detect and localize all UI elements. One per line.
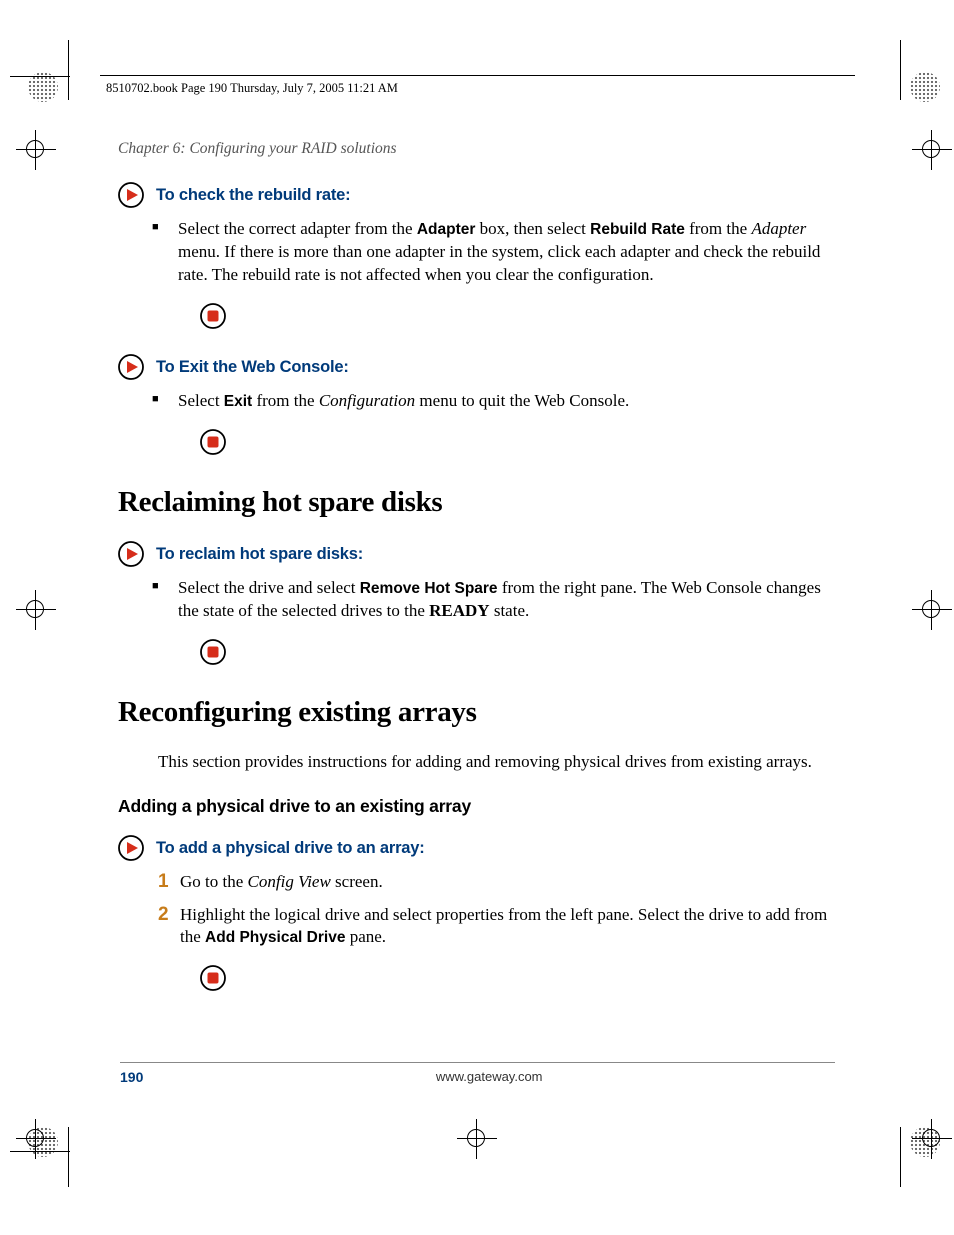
crop-line: [10, 1151, 70, 1152]
footer-url: www.gateway.com: [436, 1069, 543, 1085]
play-icon: [118, 182, 144, 208]
registration-mark: [16, 1119, 56, 1159]
stop-icon: [200, 303, 855, 334]
task-heading: To add a physical drive to an array:: [156, 838, 425, 858]
instruction-text: Select the drive and select Remove Hot S…: [178, 577, 845, 623]
step-number: 2: [158, 904, 180, 926]
instruction-text: Select the correct adapter from the Adap…: [178, 218, 845, 287]
task-heading: To check the rebuild rate:: [156, 185, 350, 205]
registration-mark: [912, 130, 952, 170]
stop-icon: [200, 639, 855, 670]
registration-mark: [912, 590, 952, 630]
page-footer: 190 www.gateway.com: [100, 1062, 855, 1085]
crop-ornament: [28, 72, 58, 102]
numbered-step: 2 Highlight the logical drive and select…: [158, 904, 845, 950]
registration-mark: [912, 1119, 952, 1159]
task-heading: To Exit the Web Console:: [156, 357, 349, 377]
step-number: 1: [158, 871, 180, 893]
crop-line: [900, 1127, 901, 1187]
crop-line: [68, 40, 69, 100]
play-icon: [118, 835, 144, 861]
body-paragraph: This section provides instructions for a…: [158, 751, 845, 774]
stop-icon: [200, 429, 855, 460]
crop-line: [68, 1127, 69, 1187]
registration-mark: [16, 130, 56, 170]
header-rule: [100, 75, 855, 76]
running-head: 8510702.book Page 190 Thursday, July 7, …: [100, 79, 855, 102]
play-icon: [118, 541, 144, 567]
play-icon: [118, 354, 144, 380]
registration-mark: [16, 590, 56, 630]
instruction-text: Select Exit from the Configuration menu …: [178, 390, 845, 413]
stop-icon: [200, 965, 855, 996]
section-heading: Reclaiming hot spare disks: [118, 486, 855, 519]
page-number: 190: [120, 1069, 143, 1085]
subsection-heading: Adding a physical drive to an existing a…: [118, 796, 855, 817]
crop-line: [900, 40, 901, 100]
crop-line: [10, 76, 70, 77]
chapter-header: Chapter 6: Configuring your RAID solutio…: [118, 140, 855, 158]
task-heading: To reclaim hot spare disks:: [156, 544, 363, 564]
numbered-step: 1 Go to the Config View screen.: [158, 871, 845, 894]
registration-mark: [457, 1119, 497, 1159]
crop-ornament: [910, 72, 940, 102]
section-heading: Reconfiguring existing arrays: [118, 696, 855, 729]
